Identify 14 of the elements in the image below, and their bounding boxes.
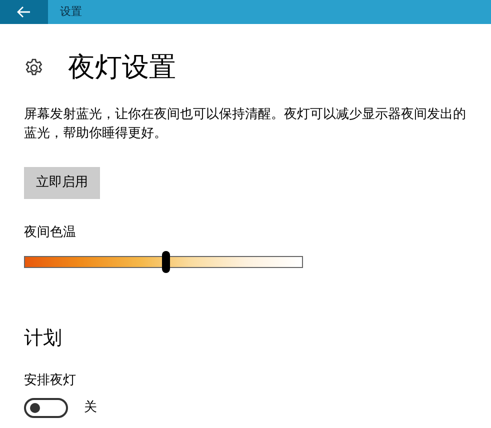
- color-temperature-slider[interactable]: [24, 250, 303, 274]
- slider-label: 夜间色温: [24, 224, 77, 242]
- schedule-toggle[interactable]: [24, 398, 68, 418]
- settings-icon: [24, 58, 44, 78]
- enable-now-button[interactable]: 立即启用: [24, 167, 100, 198]
- toggle-state-text: 关: [84, 399, 97, 418]
- back-arrow-icon: [17, 6, 31, 18]
- page-heading: 夜灯设置: [68, 54, 176, 81]
- section-heading: 计划: [24, 326, 63, 351]
- back-button[interactable]: [0, 0, 48, 24]
- description-text: 屏幕发射蓝光，让你在夜间也可以保持清醒。夜灯可以减少显示器夜间发出的蓝光，帮助你睡得更好。: [24, 106, 467, 143]
- slider-thumb[interactable]: [162, 251, 170, 273]
- window-title: 设置: [59, 4, 82, 20]
- schedule-label: 安排夜灯: [24, 372, 77, 390]
